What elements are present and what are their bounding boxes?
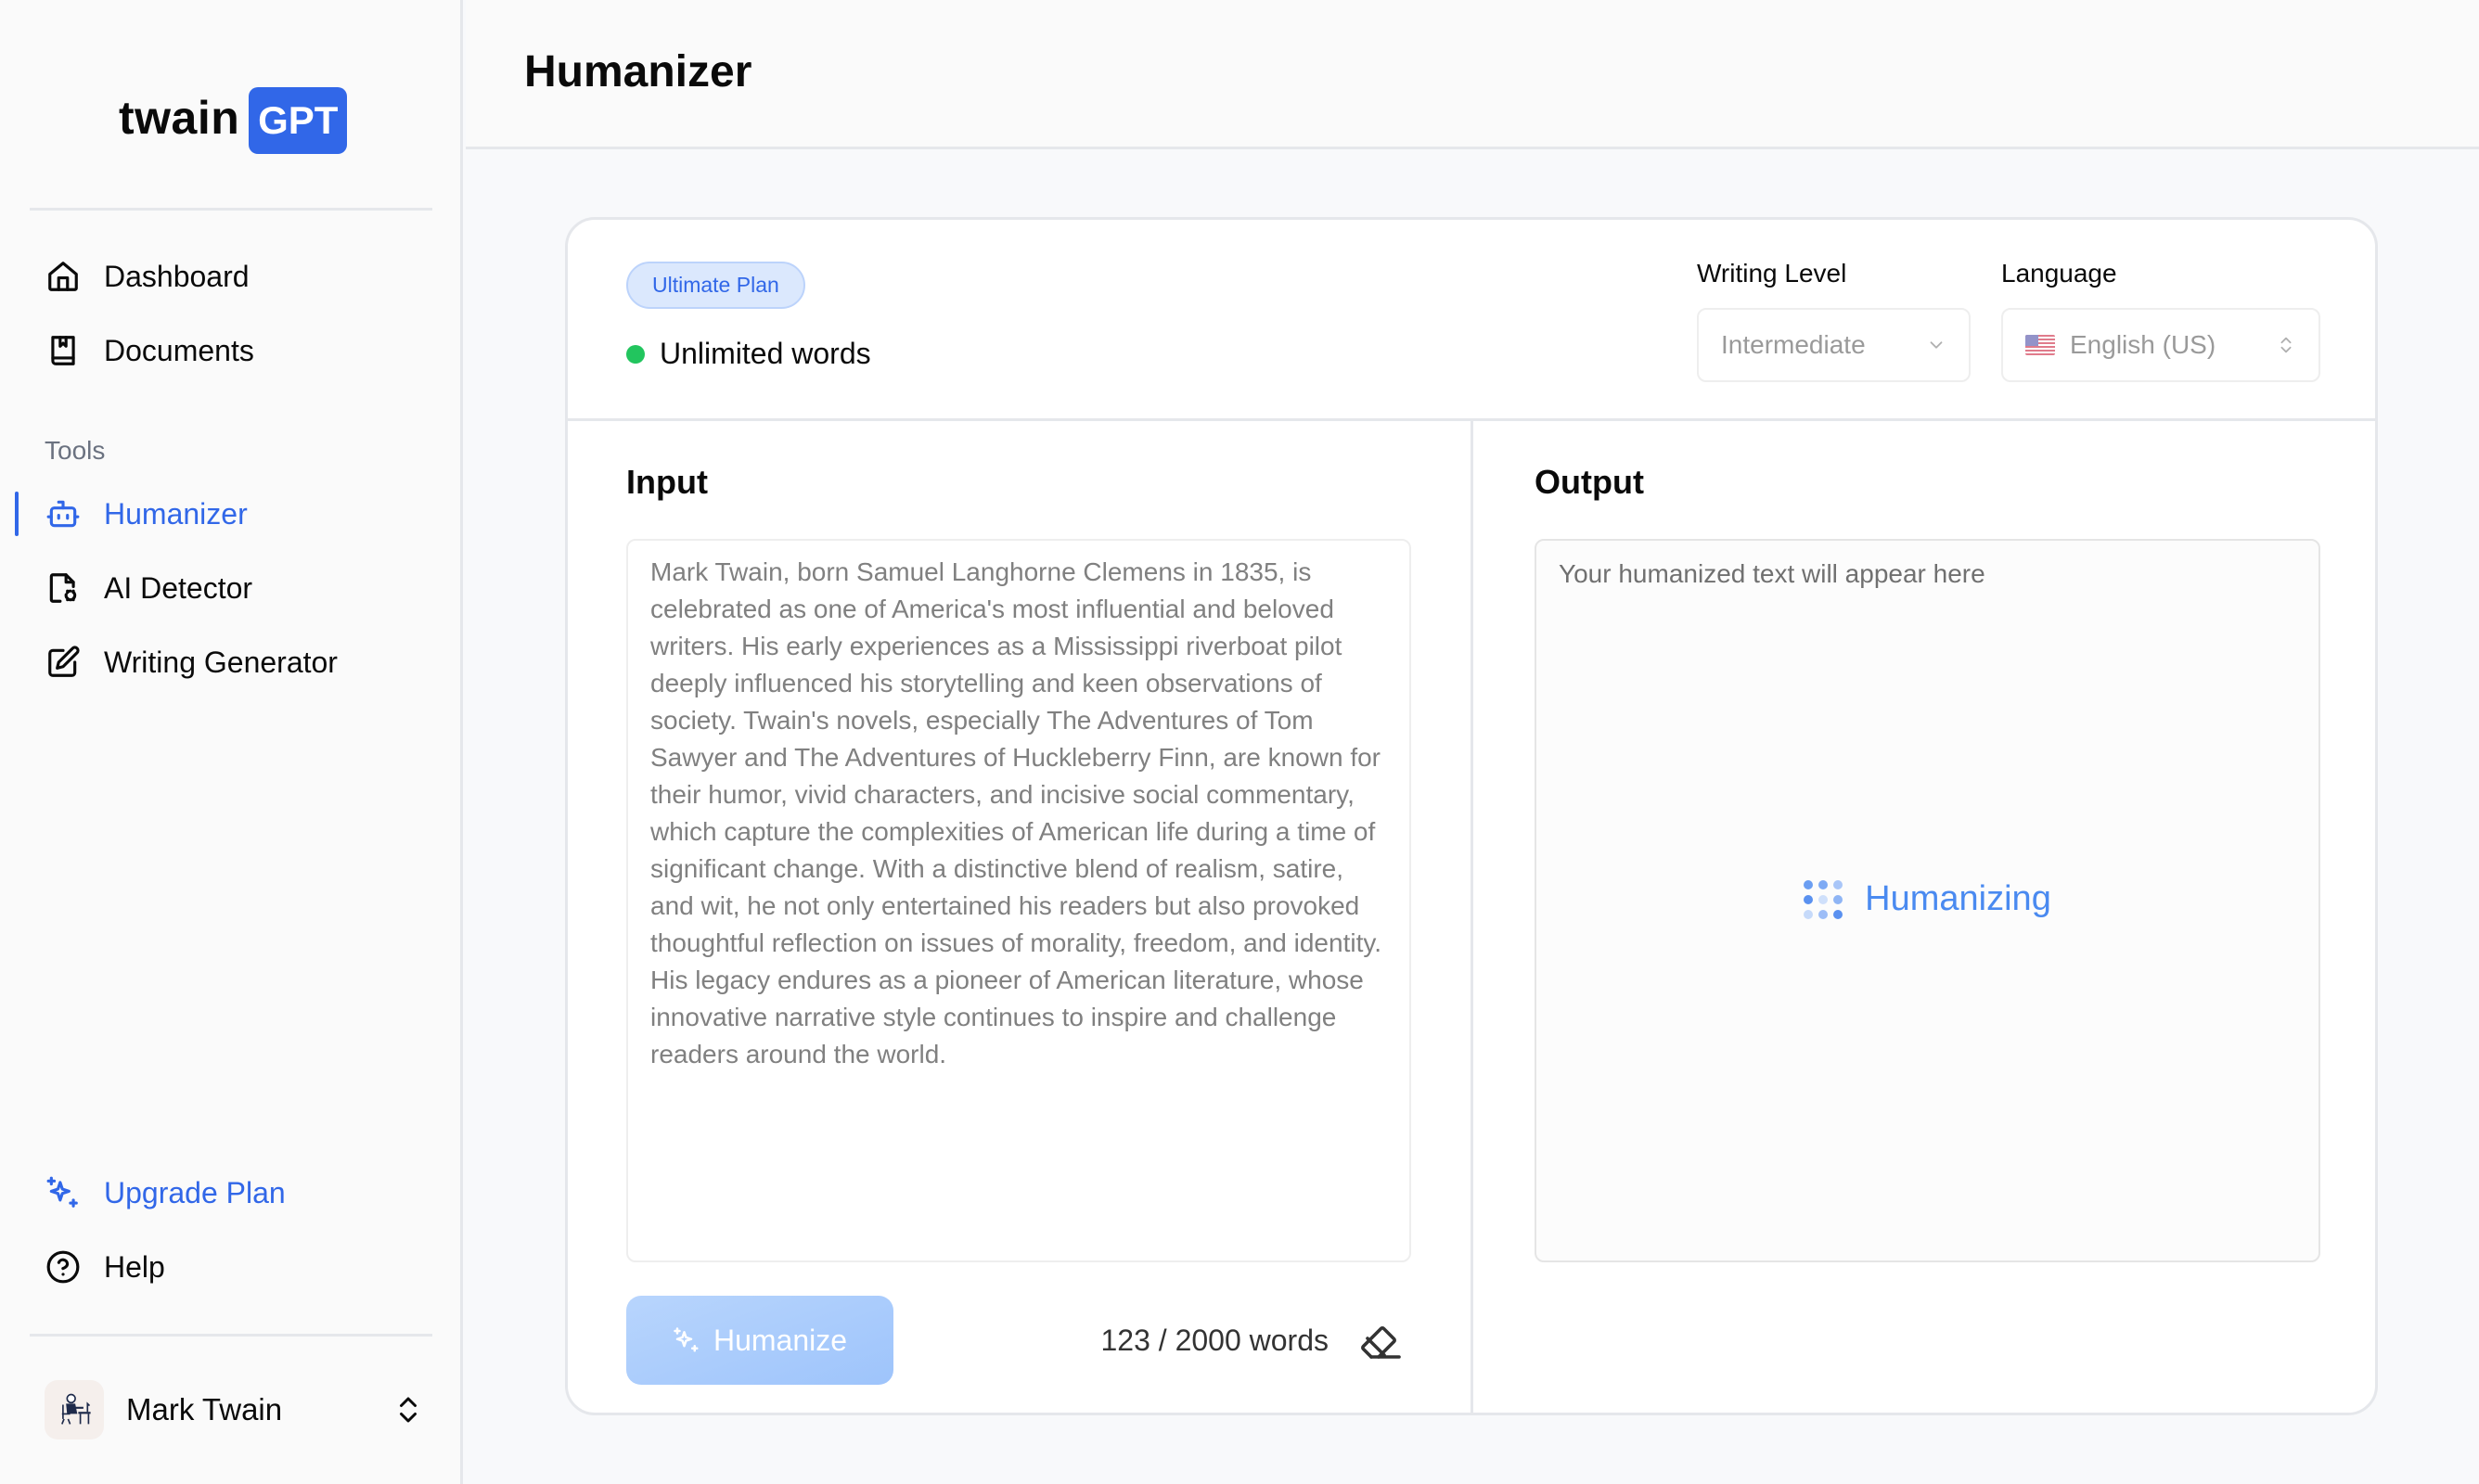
- status-dot: [626, 344, 645, 364]
- sidebar: twain GPT Dashboard Documents Tools Huma…: [0, 0, 463, 1484]
- writing-level-select[interactable]: Intermediate: [1697, 308, 1971, 382]
- logo-badge: GPT: [249, 87, 348, 154]
- sidebar-item-writing-generator[interactable]: Writing Generator: [45, 634, 338, 690]
- output-area[interactable]: Your humanized text will appear here Hum…: [1535, 539, 2320, 1262]
- input-title: Input: [626, 463, 708, 501]
- sidebar-item-label: Humanizer: [104, 496, 248, 531]
- logo-wordmark: twain: [119, 92, 240, 144]
- page-header: Humanizer: [466, 0, 2479, 149]
- word-count-area: 123 / 2000 words: [1032, 1314, 1403, 1366]
- language-select[interactable]: English (US): [2001, 308, 2320, 382]
- sparkles-icon: [674, 1327, 699, 1352]
- writing-level-label: Writing Level: [1697, 259, 1847, 288]
- sidebar-divider: [30, 208, 432, 211]
- sidebar-divider: [30, 1334, 432, 1337]
- word-count: 123 / 2000 words: [1100, 1323, 1329, 1357]
- writer-at-desk-icon: [61, 1393, 91, 1425]
- sidebar-item-dashboard[interactable]: Dashboard: [45, 249, 250, 304]
- bot-icon: [45, 495, 82, 532]
- logo[interactable]: twain GPT: [119, 87, 348, 154]
- loading-text: Humanizing: [1865, 879, 2051, 918]
- sidebar-item-label: AI Detector: [104, 570, 253, 605]
- edit-icon: [45, 644, 82, 681]
- help-link[interactable]: Help: [45, 1239, 165, 1295]
- sidebar-item-ai-detector[interactable]: AI Detector: [45, 560, 252, 616]
- sidebar-item-humanizer[interactable]: Humanizer: [45, 486, 248, 542]
- file-scan-icon: [45, 569, 82, 607]
- sidebar-item-documents[interactable]: Documents: [45, 323, 254, 378]
- active-indicator: [15, 492, 19, 536]
- plan-badge: Ultimate Plan: [626, 262, 805, 309]
- word-allowance: Unlimited words: [626, 337, 871, 371]
- input-textarea[interactable]: Mark Twain, born Samuel Langhorne Clemen…: [626, 539, 1411, 1262]
- output-title: Output: [1535, 463, 1644, 501]
- chevrons-up-down-icon: [400, 1397, 417, 1423]
- chevrons-up-down-icon: [2280, 337, 2292, 353]
- panel-divider: [1471, 421, 1473, 1413]
- book-icon: [45, 332, 82, 369]
- home-icon: [45, 258, 82, 295]
- avatar: [45, 1380, 104, 1439]
- sidebar-item-label: Dashboard: [104, 259, 250, 293]
- language-label: Language: [2001, 259, 2117, 288]
- humanize-button[interactable]: Humanize: [626, 1296, 893, 1385]
- humanizer-card: Ultimate Plan Unlimited words Writing Le…: [565, 217, 2378, 1415]
- page-title: Humanizer: [524, 47, 752, 96]
- output-placeholder: Your humanized text will appear here: [1559, 559, 1985, 588]
- upgrade-plan-label: Upgrade Plan: [104, 1175, 286, 1209]
- sparkles-icon: [45, 1174, 82, 1211]
- settings-bar: Ultimate Plan Unlimited words Writing Le…: [568, 220, 2375, 421]
- sidebar-item-label: Documents: [104, 333, 254, 367]
- humanize-button-label: Humanize: [713, 1323, 848, 1357]
- tools-section-label: Tools: [45, 436, 106, 465]
- user-name: Mark Twain: [126, 1392, 283, 1426]
- loading-indicator: Humanizing: [1536, 879, 2318, 919]
- user-menu[interactable]: Mark Twain: [45, 1380, 425, 1439]
- chevron-down-icon: [1930, 341, 1943, 349]
- eraser-icon[interactable]: [1358, 1318, 1403, 1362]
- help-label: Help: [104, 1249, 165, 1284]
- language-value: English (US): [2070, 330, 2216, 359]
- help-circle-icon: [45, 1248, 82, 1286]
- upgrade-plan-link[interactable]: Upgrade Plan: [45, 1165, 286, 1221]
- sidebar-item-label: Writing Generator: [104, 645, 338, 679]
- word-allowance-text: Unlimited words: [660, 337, 871, 370]
- loading-dots-icon: [1804, 879, 1843, 919]
- writing-level-value: Intermediate: [1721, 330, 1866, 359]
- us-flag-icon: [2025, 335, 2055, 355]
